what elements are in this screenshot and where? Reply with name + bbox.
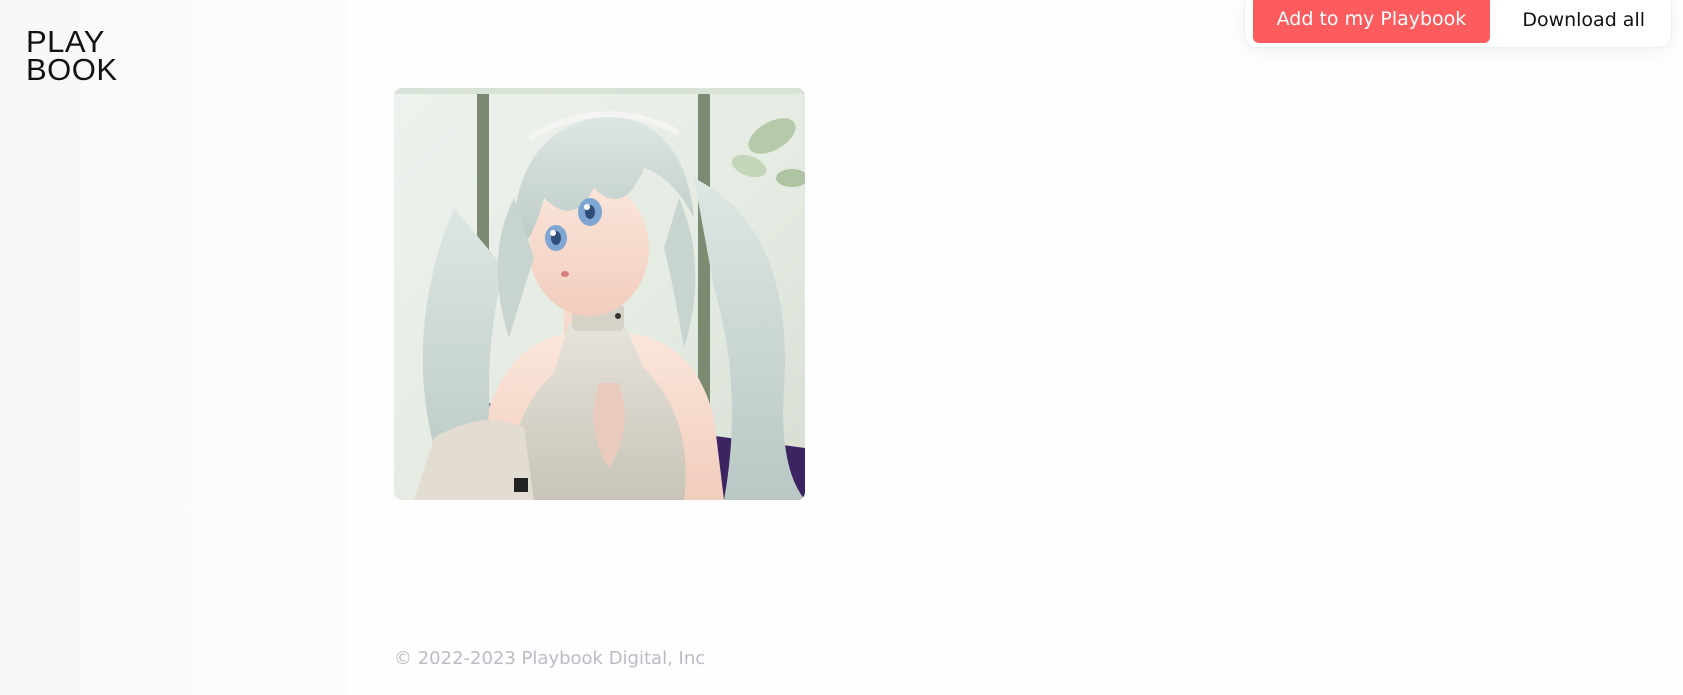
download-all-button[interactable]: Download all	[1522, 9, 1645, 31]
playbook-logo[interactable]: PLAY BOOK	[26, 26, 118, 87]
main-content: Add to my Playbook Download all © 2022-2…	[349, 0, 1683, 695]
footer-copyright: © 2022-2023 Playbook Digital, Inc	[394, 648, 706, 669]
logo-line-book: BOOK	[26, 52, 118, 87]
asset-image[interactable]	[394, 88, 805, 500]
add-to-playbook-button[interactable]: Add to my Playbook	[1252, 0, 1491, 43]
sidebar: PLAY BOOK	[0, 0, 349, 695]
anime-character-illustration	[394, 88, 805, 500]
page: PLAY BOOK Add to my Playbook Download al…	[0, 0, 1683, 695]
action-bar: Add to my Playbook Download all	[1243, 0, 1672, 48]
